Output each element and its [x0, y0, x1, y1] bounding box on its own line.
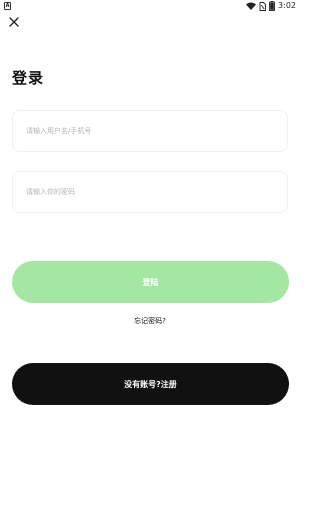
forgot-password-link[interactable]: 忘记密码?: [0, 316, 300, 326]
password-input[interactable]: [12, 171, 288, 213]
login-button[interactable]: 登陆: [12, 261, 289, 303]
username-input[interactable]: [12, 110, 288, 152]
status-icons: 3:02: [246, 1, 296, 11]
notification-icon: A: [4, 2, 11, 10]
register-button[interactable]: 没有账号?注册: [12, 363, 289, 405]
wifi-icon: [246, 2, 257, 10]
battery-icon: [269, 1, 275, 11]
close-icon[interactable]: [7, 15, 21, 29]
page-title: 登录: [12, 69, 45, 87]
status-bar: A 3:02: [0, 0, 300, 12]
status-time: 3:02: [278, 1, 296, 10]
no-sim-icon: [259, 1, 266, 11]
